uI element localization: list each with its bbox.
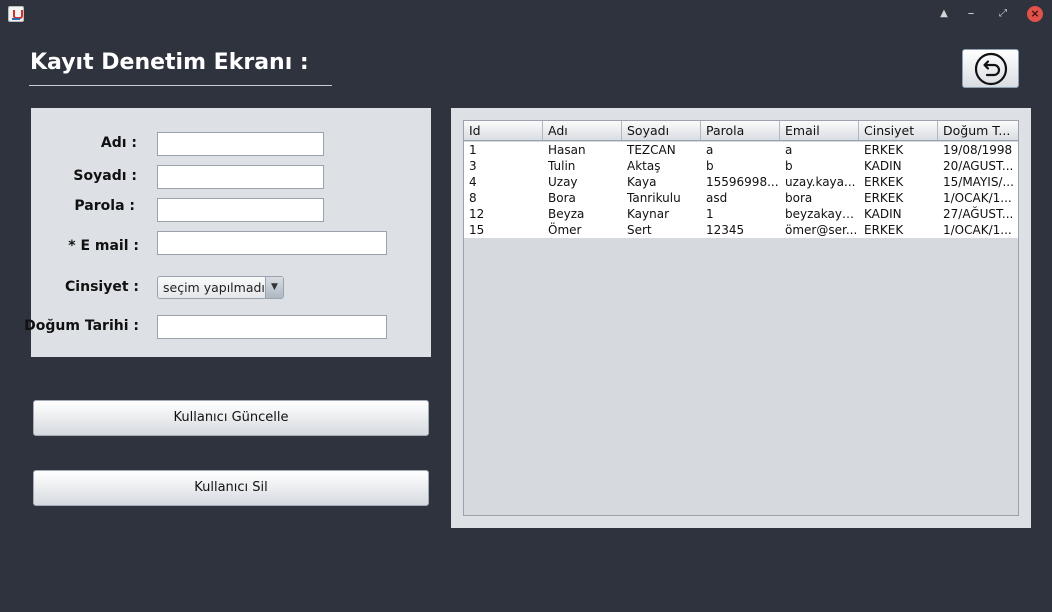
cell-birthdate: 15/MAYIS/... bbox=[943, 175, 1014, 189]
maximize-icon[interactable]: ⤢ bbox=[994, 5, 1012, 23]
cell-id: 3 bbox=[469, 159, 477, 173]
cell-surname: Aktaş bbox=[627, 159, 661, 173]
cell-id: 15 bbox=[469, 223, 485, 237]
cell-password: asd bbox=[706, 191, 728, 205]
cell-email: bora bbox=[785, 191, 813, 205]
cell-name: Tulin bbox=[548, 159, 576, 173]
column-header-surname[interactable]: Soyadı bbox=[622, 121, 701, 140]
table-row[interactable]: 15 Ömer Sert 12345 ömer@ser... ERKEK 1/O… bbox=[464, 222, 1018, 238]
cell-birthdate: 20/AGUST... bbox=[943, 159, 1014, 173]
cell-password: 15596998... bbox=[706, 175, 779, 189]
table-body: 1 Hasan TEZCAN a a ERKEK 19/08/1998 3 Tu… bbox=[464, 142, 1018, 238]
cell-gender: ERKEK bbox=[864, 191, 904, 205]
cell-password: b bbox=[706, 159, 714, 173]
cell-birthdate: 19/08/1998 bbox=[943, 143, 1013, 157]
eject-icon[interactable]: ▲ bbox=[935, 5, 953, 23]
column-header-birthdate[interactable]: Doğum T... bbox=[938, 121, 1018, 140]
delete-user-button[interactable]: Kullanıcı Sil bbox=[33, 470, 429, 506]
cell-email: b bbox=[785, 159, 793, 173]
cell-name: Ömer bbox=[548, 223, 582, 237]
cell-surname: Kaya bbox=[627, 175, 657, 189]
column-header-password[interactable]: Parola bbox=[701, 121, 780, 140]
surname-input[interactable] bbox=[157, 165, 324, 189]
user-form-panel: Adı : Soyadı : Parola : * E mail : Cinsi… bbox=[24, 108, 431, 357]
cell-birthdate: 27/AĞUST... bbox=[943, 207, 1014, 221]
cell-surname: Sert bbox=[627, 223, 652, 237]
back-button[interactable] bbox=[962, 49, 1019, 88]
cell-surname: Tanrikulu bbox=[627, 191, 681, 205]
table-row[interactable]: 4 Uzay Kaya 15596998... uzay.kaya... ERK… bbox=[464, 174, 1018, 190]
gender-selected-value: seçim yapılmadı bbox=[163, 280, 265, 295]
password-label: Parola : bbox=[74, 198, 135, 214]
password-input[interactable] bbox=[157, 198, 324, 222]
cell-email: ömer@ser... bbox=[785, 223, 858, 237]
gender-select[interactable]: seçim yapılmadı ▼ bbox=[157, 276, 284, 299]
minimize-icon[interactable]: – bbox=[962, 5, 980, 23]
table-row[interactable]: 12 Beyza Kaynar 1 beyzakayn... KADIN 27/… bbox=[464, 206, 1018, 222]
cell-email: uzay.kaya... bbox=[785, 175, 856, 189]
table-row[interactable]: 8 Bora Tanrikulu asd bora ERKEK 1/OCAK/1… bbox=[464, 190, 1018, 206]
cell-password: a bbox=[706, 143, 714, 157]
cell-name: Hasan bbox=[548, 143, 586, 157]
window-titlebar: ▲ – ⤢ × bbox=[0, 0, 1052, 28]
cell-email: beyzakayn... bbox=[785, 207, 859, 221]
name-input[interactable] bbox=[157, 132, 324, 156]
column-header-name[interactable]: Adı bbox=[543, 121, 622, 140]
users-table-panel: Id Adı Soyadı Parola Email Cinsiyet Doğu… bbox=[451, 108, 1031, 528]
cell-name: Beyza bbox=[548, 207, 585, 221]
close-icon[interactable]: × bbox=[1027, 6, 1043, 22]
email-label: * E mail : bbox=[68, 238, 139, 254]
cell-name: Uzay bbox=[548, 175, 578, 189]
table-header: Id Adı Soyadı Parola Email Cinsiyet Doğu… bbox=[464, 121, 1018, 141]
cell-surname: TEZCAN bbox=[627, 143, 676, 157]
cell-gender: KADIN bbox=[864, 207, 902, 221]
column-header-email[interactable]: Email bbox=[780, 121, 859, 140]
surname-label: Soyadı : bbox=[73, 168, 137, 184]
cell-id: 12 bbox=[469, 207, 485, 221]
column-header-id[interactable]: Id bbox=[464, 121, 543, 140]
cell-email: a bbox=[785, 143, 793, 157]
gender-label: Cinsiyet : bbox=[65, 279, 139, 295]
cell-surname: Kaynar bbox=[627, 207, 670, 221]
cell-password: 12345 bbox=[706, 223, 745, 237]
cell-gender: ERKEK bbox=[864, 143, 904, 157]
users-table[interactable]: Id Adı Soyadı Parola Email Cinsiyet Doğu… bbox=[463, 120, 1019, 516]
cell-gender: KADIN bbox=[864, 159, 902, 173]
birthdate-input[interactable] bbox=[157, 315, 387, 339]
email-input[interactable] bbox=[157, 231, 387, 255]
update-user-button[interactable]: Kullanıcı Güncelle bbox=[33, 400, 429, 436]
cell-gender: ERKEK bbox=[864, 223, 904, 237]
cell-gender: ERKEK bbox=[864, 175, 904, 189]
page-title: Kayıt Denetim Ekranı : bbox=[30, 50, 309, 75]
cell-id: 1 bbox=[469, 143, 477, 157]
column-header-gender[interactable]: Cinsiyet bbox=[859, 121, 938, 140]
cell-birthdate: 1/OCAK/1... bbox=[943, 191, 1012, 205]
cell-password: 1 bbox=[706, 207, 714, 221]
title-underline bbox=[29, 85, 332, 86]
cell-id: 8 bbox=[469, 191, 477, 205]
birthdate-label: Doğum Tarihi : bbox=[24, 318, 139, 334]
undo-arrow-icon bbox=[974, 52, 1008, 86]
table-row[interactable]: 3 Tulin Aktaş b b KADIN 20/AGUST... bbox=[464, 158, 1018, 174]
table-row[interactable]: 1 Hasan TEZCAN a a ERKEK 19/08/1998 bbox=[464, 142, 1018, 158]
cell-name: Bora bbox=[548, 191, 576, 205]
cell-id: 4 bbox=[469, 175, 477, 189]
chevron-down-icon[interactable]: ▼ bbox=[265, 277, 283, 298]
cell-birthdate: 1/OCAK/1... bbox=[943, 223, 1012, 237]
name-label: Adı : bbox=[100, 135, 137, 151]
java-app-icon bbox=[8, 6, 24, 22]
